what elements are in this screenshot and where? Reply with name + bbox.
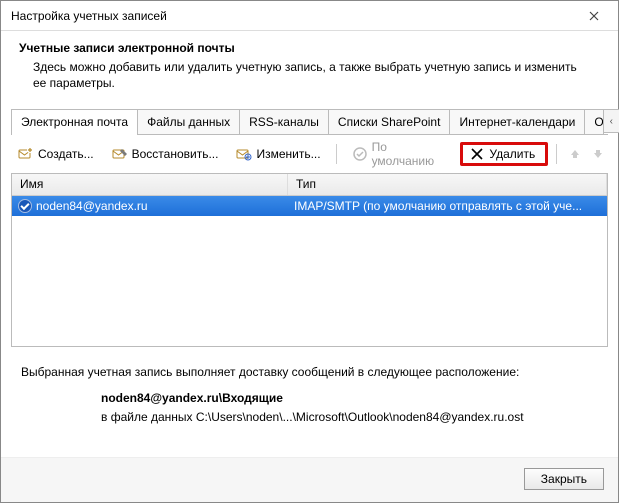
arrow-up-icon <box>569 148 581 160</box>
button-label: По умолчанию <box>372 140 450 168</box>
button-label: Восстановить... <box>132 147 219 161</box>
mail-edit-icon <box>236 146 252 162</box>
close-icon <box>589 11 599 21</box>
move-up-button <box>565 144 584 164</box>
mail-new-icon <box>18 146 34 162</box>
dialog-window: Настройка учетных записей Учетные записи… <box>0 0 619 503</box>
footer: Закрыть <box>1 457 618 502</box>
tab-rss[interactable]: RSS-каналы <box>239 109 329 134</box>
default-check-icon <box>18 199 32 213</box>
mail-repair-icon <box>112 146 128 162</box>
delivery-intro: Выбранная учетная запись выполняет доста… <box>21 363 598 382</box>
tab-nav: ‹ › <box>603 109 619 134</box>
row-account-type: IMAP/SMTP (по умолчанию отправлять с это… <box>288 199 607 213</box>
delivery-path: в файле данных C:\Users\noden\...\Micros… <box>21 408 598 427</box>
tab-label: Списки SharePoint <box>338 115 441 129</box>
tab-sharepoint[interactable]: Списки SharePoint <box>328 109 451 134</box>
tab-email[interactable]: Электронная почта <box>11 109 138 134</box>
chevron-left-icon: ‹ <box>610 116 613 127</box>
table-body: noden84@yandex.ru IMAP/SMTP (по умолчани… <box>12 196 607 346</box>
col-name[interactable]: Имя <box>12 174 288 195</box>
toolbar: Создать... Восстановить... Изменить... П… <box>11 141 608 167</box>
arrow-down-icon <box>592 148 604 160</box>
tabs: Электронная почта Файлы данных RSS-канал… <box>11 109 608 135</box>
button-label: Удалить <box>489 147 535 161</box>
delete-button[interactable]: Удалить <box>460 142 548 166</box>
close-button[interactable] <box>574 2 614 30</box>
col-type[interactable]: Тип <box>288 174 607 195</box>
separator <box>336 144 337 164</box>
tab-label: Файлы данных <box>147 115 230 129</box>
row-account-name: noden84@yandex.ru <box>36 199 148 213</box>
header-title: Учетные записи электронной почты <box>19 41 600 55</box>
tab-label: RSS-каналы <box>249 115 319 129</box>
tab-scroll-left[interactable]: ‹ <box>602 109 619 133</box>
tab-published-calendars[interactable]: Опубликованные календари <box>584 109 604 134</box>
edit-button[interactable]: Изменить... <box>229 143 327 165</box>
tab-label: Интернет-календари <box>459 115 575 129</box>
move-down-button <box>589 144 608 164</box>
create-button[interactable]: Создать... <box>11 143 101 165</box>
tab-internet-calendars[interactable]: Интернет-календари <box>449 109 585 134</box>
tab-data-files[interactable]: Файлы данных <box>137 109 240 134</box>
button-label: Создать... <box>38 147 94 161</box>
delivery-info: Выбранная учетная запись выполняет доста… <box>21 363 598 427</box>
header: Учетные записи электронной почты Здесь м… <box>1 31 618 103</box>
window-title: Настройка учетных записей <box>11 9 574 23</box>
button-label: Изменить... <box>256 147 320 161</box>
button-label: Закрыть <box>541 472 587 486</box>
table-header: Имя Тип <box>12 174 607 196</box>
restore-button[interactable]: Восстановить... <box>105 143 226 165</box>
tab-label: Электронная почта <box>21 115 128 129</box>
accounts-table: Имя Тип noden84@yandex.ru IMAP/SMTP (по … <box>11 173 608 347</box>
check-circle-icon <box>352 146 368 162</box>
separator <box>556 144 557 164</box>
delete-x-icon <box>469 146 485 162</box>
tab-label: Опубликованные календари <box>594 115 604 129</box>
set-default-button: По умолчанию <box>345 137 457 171</box>
table-row[interactable]: noden84@yandex.ru IMAP/SMTP (по умолчани… <box>12 196 607 216</box>
titlebar: Настройка учетных записей <box>1 1 618 31</box>
header-description: Здесь можно добавить или удалить учетную… <box>19 59 579 91</box>
close-dialog-button[interactable]: Закрыть <box>524 468 604 490</box>
delivery-location: noden84@yandex.ru\Входящие <box>21 389 598 408</box>
